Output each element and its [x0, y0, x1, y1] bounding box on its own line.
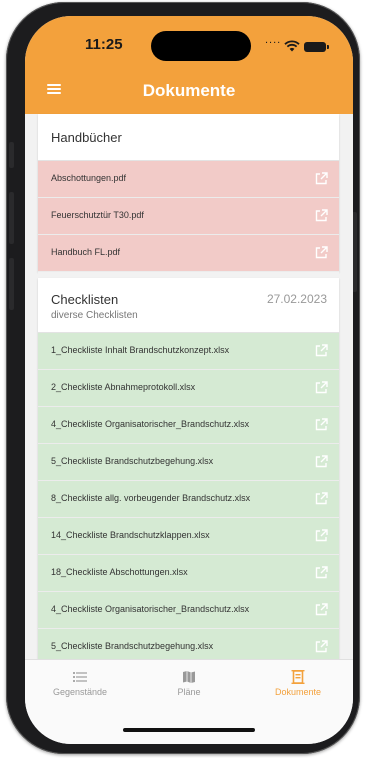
phone-volume-down: [9, 258, 14, 310]
battery-icon: [304, 42, 329, 52]
document-name: 4_Checkliste Organisatorischer_Brandschu…: [51, 604, 250, 614]
document-name: 2_Checkliste Abnahmeprotokoll.xlsx: [51, 382, 196, 392]
open-external-icon[interactable]: [315, 566, 328, 579]
map-icon: [183, 671, 195, 683]
phone-volume-up: [9, 192, 14, 244]
tab-label: Dokumente: [274, 687, 322, 697]
tab-dokumente[interactable]: Dokumente: [243, 660, 353, 704]
document-name: 1_Checkliste Inhalt Brandschutzkonzept.x…: [51, 345, 230, 355]
open-external-icon[interactable]: [315, 455, 328, 468]
open-external-icon[interactable]: [315, 246, 328, 259]
document-row[interactable]: Handbuch FL.pdf: [38, 235, 339, 272]
open-external-icon[interactable]: [315, 640, 328, 653]
documents-list[interactable]: Handbücher Abschottungen.pdf Feuerschutztü…: [38, 114, 339, 666]
list-icon: [73, 672, 87, 682]
section-header[interactable]: Checklisten diverse Checklisten 27.02.2023: [38, 278, 339, 333]
open-external-icon[interactable]: [315, 603, 328, 616]
phone-mute-button: [9, 142, 14, 168]
app-bar: 11:25 .... Dokumente: [25, 16, 353, 114]
document-row[interactable]: 2_Checkliste Abnahmeprotokoll.xlsx: [38, 370, 339, 407]
tab-label: Pläne: [177, 687, 201, 697]
app-screen: 11:25 .... Dokumente Handbücher Abschottu…: [25, 16, 353, 744]
document-row[interactable]: 4_Checkliste Organisatorischer_Brandschu…: [38, 407, 339, 444]
document-name: Abschottungen.pdf: [51, 173, 127, 183]
section-0: Handbücher Abschottungen.pdf Feuerschutztü…: [38, 114, 339, 272]
tab-plaene[interactable]: Pläne: [134, 660, 244, 704]
tab-label: Gegenstände: [52, 687, 108, 697]
tab-gegenstaende[interactable]: Gegenstände: [25, 660, 135, 704]
section-header[interactable]: Handbücher: [38, 114, 339, 161]
document-name: 8_Checkliste allg. vorbeugender Brandsch…: [51, 493, 251, 503]
open-external-icon[interactable]: [315, 344, 328, 357]
section-title: Handbücher: [51, 130, 122, 145]
section-1: Checklisten diverse Checklisten 27.02.2023…: [38, 278, 339, 666]
open-external-icon[interactable]: [315, 381, 328, 394]
document-name: 5_Checkliste Brandschutzbegehung.xlsx: [51, 641, 214, 651]
home-indicator[interactable]: [123, 728, 255, 732]
section-date: 27.02.2023: [266, 292, 327, 306]
page-title: Dokumente: [142, 81, 236, 100]
document-row[interactable]: Abschottungen.pdf: [38, 161, 339, 198]
dynamic-island: [151, 31, 251, 61]
document-name: 4_Checkliste Organisatorischer_Brandschu…: [51, 419, 250, 429]
document-name: 14_Checkliste Brandschutzklappen.xlsx: [51, 530, 210, 540]
document-row[interactable]: 1_Checkliste Inhalt Brandschutzkonzept.x…: [38, 333, 339, 370]
signal-icon: ....: [265, 34, 282, 46]
document-row[interactable]: 5_Checkliste Brandschutzbegehung.xlsx: [38, 444, 339, 481]
document-name: Feuerschutztür T30.pdf: [51, 210, 144, 220]
open-external-icon[interactable]: [315, 418, 328, 431]
document-row[interactable]: Feuerschutztür T30.pdf: [38, 198, 339, 235]
document-row[interactable]: 14_Checkliste Brandschutzklappen.xlsx: [38, 518, 339, 555]
section-subtitle: diverse Checklisten: [51, 310, 138, 321]
open-external-icon[interactable]: [315, 172, 328, 185]
document-name: Handbuch FL.pdf: [51, 247, 121, 257]
open-external-icon[interactable]: [315, 529, 328, 542]
status-time: 11:25: [85, 36, 123, 53]
document-name: 5_Checkliste Brandschutzbegehung.xlsx: [51, 456, 214, 466]
document-name: 18_Checkliste Abschottungen.xlsx: [51, 567, 188, 577]
wifi-icon: [284, 40, 300, 52]
document-row[interactable]: 4_Checkliste Organisatorischer_Brandschu…: [38, 592, 339, 629]
open-external-icon[interactable]: [315, 209, 328, 222]
document-row[interactable]: 8_Checkliste allg. vorbeugender Brandsch…: [38, 481, 339, 518]
open-external-icon[interactable]: [315, 492, 328, 505]
document-row[interactable]: 18_Checkliste Abschottungen.xlsx: [38, 555, 339, 592]
phone-frame: 11:25 .... Dokumente Handbücher Abschottu…: [6, 2, 360, 754]
document-icon: [291, 670, 305, 684]
section-title: Checklisten: [51, 292, 119, 307]
